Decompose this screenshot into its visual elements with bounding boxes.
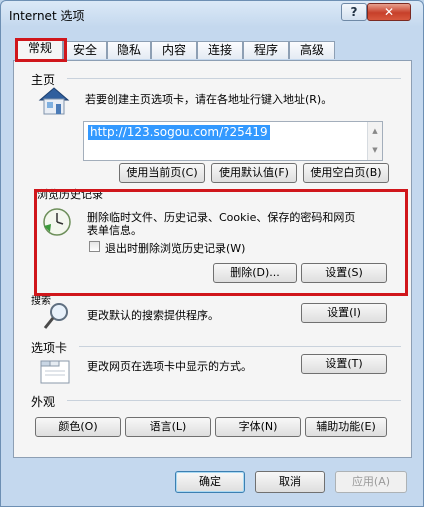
cancel-button[interactable]: 取消: [255, 471, 325, 493]
search-settings-button[interactable]: 设置(I): [301, 303, 387, 323]
appearance-heading: 外观: [31, 395, 56, 409]
home-separator: [67, 78, 401, 79]
tab-programs[interactable]: 程序: [243, 41, 289, 59]
tabs-heading: 选项卡: [31, 341, 68, 355]
accessibility-button[interactable]: 辅助功能(E): [305, 417, 387, 437]
tab-advanced[interactable]: 高级: [289, 41, 335, 59]
colors-button[interactable]: 颜色(O): [35, 417, 121, 437]
use-current-button[interactable]: 使用当前页(C): [119, 163, 205, 183]
scroll-up-icon[interactable]: ▲: [368, 122, 382, 141]
tab-connections[interactable]: 连接: [197, 41, 243, 59]
internet-options-dialog: Internet 选项 ? ✕ 常规 安全 隐私 内容 连接 程序 高级 主页 …: [0, 0, 424, 507]
tab-highlight-box: [15, 38, 67, 62]
home-page-url-value: http://123.sogou.com/?25419: [88, 125, 270, 140]
tabs-settings-button[interactable]: 设置(T): [301, 354, 387, 374]
home-description: 若要创建主页选项卡，请在各地址行键入地址(R)。: [85, 93, 333, 106]
languages-button[interactable]: 语言(L): [125, 417, 211, 437]
tab-privacy[interactable]: 隐私: [107, 41, 151, 59]
help-button[interactable]: ?: [341, 3, 367, 21]
window-title: Internet 选项: [9, 9, 85, 23]
apply-button[interactable]: 应用(A): [335, 471, 407, 493]
tab-security[interactable]: 安全: [63, 41, 107, 59]
ok-button[interactable]: 确定: [175, 471, 245, 493]
home-page-url-field[interactable]: http://123.sogou.com/?25419 ▲ ▼: [83, 121, 383, 161]
history-highlight-box: [34, 189, 408, 296]
scroll-down-icon[interactable]: ▼: [368, 141, 382, 160]
tabs-icon: [40, 360, 70, 384]
use-default-button[interactable]: 使用默认值(F): [211, 163, 297, 183]
tab-content[interactable]: 内容: [151, 41, 197, 59]
use-blank-button[interactable]: 使用空白页(B): [303, 163, 389, 183]
tabs-description: 更改网页在选项卡中显示的方式。: [87, 360, 252, 373]
appearance-separator: [67, 400, 401, 401]
close-button[interactable]: ✕: [367, 3, 411, 21]
search-description: 更改默认的搜索提供程序。: [87, 309, 219, 322]
fonts-button[interactable]: 字体(N): [215, 417, 301, 437]
url-field-scrollbar[interactable]: ▲ ▼: [367, 122, 382, 160]
tabs-separator: [79, 346, 401, 347]
home-icon: [38, 87, 70, 115]
magnifier-icon: [43, 303, 68, 329]
